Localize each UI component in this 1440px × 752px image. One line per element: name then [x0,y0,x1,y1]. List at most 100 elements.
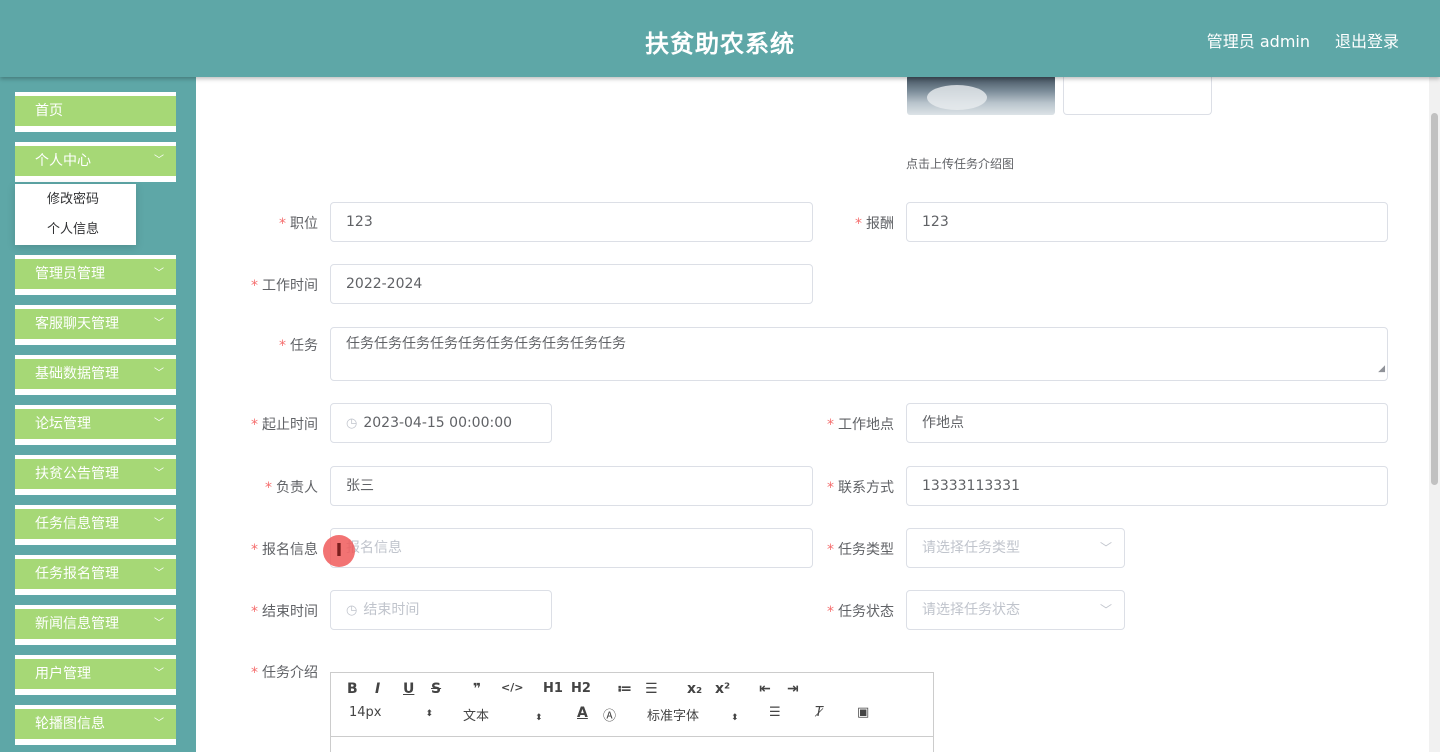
sidebar-item-carousel[interactable]: 轮播图信息 ﹀ [15,705,176,745]
location-label: * 工作地点 [827,417,894,433]
clear-format-icon[interactable]: T̷ [815,705,823,720]
blockquote-button[interactable]: ❞ [473,681,481,697]
superscript-button[interactable]: x² [715,681,730,697]
chevron-down-icon: ﹀ [154,155,164,166]
current-user: 管理员 admin [1206,32,1310,51]
chevron-down-icon: ﹀ [154,618,164,629]
start-time-label: * 起止时间 [251,417,318,433]
chevron-down-icon: ﹀ [154,668,164,679]
submenu-change-password[interactable]: 修改密码 [15,190,136,220]
sidebar-item-label: 基础数据管理 [35,366,119,382]
owner-label: * 负责人 [265,480,318,496]
h2-button[interactable]: H2 [571,681,591,696]
upload-box[interactable] [1063,77,1212,115]
block-type-select[interactable]: 文本 ⬍ [463,705,543,724]
rich-text-editor[interactable]: B I U S ❞ </> H1 H2 ≔ ☰ x₂ x² ⇤ ⇥ 14px ⬍ … [330,672,934,752]
sidebar-item-label: 个人中心 [35,153,91,169]
personal-center-submenu: 修改密码 个人信息 [15,184,136,245]
updown-icon: ⬍ [425,709,434,719]
location-input[interactable]: 作地点 [906,403,1388,443]
worktime-input[interactable]: 2022-2024 [330,264,813,304]
position-label: * 职位 [279,216,318,232]
sidebar-item-task-signup[interactable]: 任务报名管理 ﹀ [15,555,176,595]
strikethrough-button[interactable]: S [431,681,441,697]
signup-input[interactable]: 报名信息 [330,528,813,568]
salary-label: * 报酬 [855,216,894,232]
image-icon[interactable]: ▣ [857,705,869,720]
clock-icon: ◷ [346,603,358,618]
task-label: * 任务 [279,338,318,354]
sidebar-item-label: 新闻信息管理 [35,616,119,632]
chevron-down-icon: ﹀ [1099,541,1112,555]
sidebar-item-label: 客服聊天管理 [35,316,119,332]
intro-label: * 任务介绍 [251,665,318,681]
font-size-select[interactable]: 14px ⬍ [349,705,433,720]
ordered-list-button[interactable]: ≔ [617,681,632,697]
start-time-picker[interactable]: ◷ 2023-04-15 00:00:00 [330,403,552,443]
owner-input[interactable]: 张三 [330,466,813,506]
submenu-personal-info[interactable]: 个人信息 [15,220,136,250]
main-content: 点击上传任务介绍图 * 职位 123 * 报酬 123 * 工作时间 2022-202… [196,77,1429,752]
subscript-button[interactable]: x₂ [687,681,702,697]
background-color-icon[interactable]: Ⓐ [603,705,616,724]
align-icon[interactable]: ☰ [769,705,781,720]
updown-icon: ⬍ [535,713,543,723]
chevron-down-icon: ﹀ [154,518,164,529]
editor-toolbar: B I U S ❞ </> H1 H2 ≔ ☰ x₂ x² ⇤ ⇥ 14px ⬍ … [331,673,933,737]
chevron-down-icon: ﹀ [1099,603,1112,617]
signup-label: * 报名信息 [251,542,318,558]
sidebar-item-chat[interactable]: 客服聊天管理 ﹀ [15,305,176,345]
sidebar-item-label: 管理员管理 [35,266,105,282]
updown-icon: ⬍ [731,713,739,723]
chevron-down-icon: ﹀ [154,318,164,329]
task-type-label: * 任务类型 [827,542,894,558]
font-family-select[interactable]: 标准字体 ⬍ [647,705,739,724]
resize-grip-icon[interactable]: ◢ [1378,359,1385,379]
bullet-list-button[interactable]: ☰ [645,681,658,697]
chevron-down-icon: ﹀ [154,368,164,379]
sidebar-item-label: 轮播图信息 [35,716,105,732]
sidebar-item-home[interactable]: 首页 [15,92,176,132]
sidebar-item-label: 论坛管理 [35,416,91,432]
chevron-down-icon: ﹀ [154,718,164,729]
sidebar-item-users[interactable]: 用户管理 ﹀ [15,655,176,695]
end-time-label: * 结束时间 [251,604,318,620]
sidebar-item-personal-center[interactable]: 个人中心 ﹀ [15,142,176,182]
sidebar-item-label: 任务报名管理 [35,566,119,582]
upload-tip: 点击上传任务介绍图 [906,157,1015,171]
chevron-down-icon: ﹀ [154,268,164,279]
underline-button[interactable]: U [403,681,414,697]
h1-button[interactable]: H1 [543,681,563,696]
scrollbar[interactable] [1429,77,1440,752]
position-input[interactable]: 123 [330,202,813,242]
task-status-select[interactable]: 请选择任务状态 ﹀ [906,590,1125,630]
task-type-select[interactable]: 请选择任务类型 ﹀ [906,528,1125,568]
sidebar-item-admin[interactable]: 管理员管理 ﹀ [15,255,176,295]
chevron-down-icon: ﹀ [154,568,164,579]
sidebar-item-label: 用户管理 [35,666,91,682]
logout-button[interactable]: 退出登录 [1335,28,1399,52]
code-button[interactable]: </> [501,681,523,694]
sidebar-item-forum[interactable]: 论坛管理 ﹀ [15,405,176,445]
sidebar-item-tasks[interactable]: 任务信息管理 ﹀ [15,505,176,545]
sidebar-item-news[interactable]: 新闻信息管理 ﹀ [15,605,176,645]
sidebar-item-announcements[interactable]: 扶贫公告管理 ﹀ [15,455,176,495]
sidebar-item-label: 扶贫公告管理 [35,466,119,482]
sidebar-item-basic-data[interactable]: 基础数据管理 ﹀ [15,355,176,395]
contact-input[interactable]: 13333113331 [906,466,1388,506]
top-header: 扶贫助农系统 管理员 admin 退出登录 [0,0,1440,77]
cover-image-thumbnail[interactable] [907,77,1055,115]
sidebar-item-label: 首页 [35,103,63,119]
italic-button[interactable]: I [375,681,380,697]
task-status-label: * 任务状态 [827,604,894,620]
scrollbar-thumb[interactable] [1431,113,1438,485]
task-textarea[interactable]: 任务任务任务任务任务任务任务任务任务任务 ◢ [330,327,1388,381]
bold-button[interactable]: B [347,681,358,697]
end-time-picker[interactable]: ◷ 结束时间 [330,590,552,630]
font-color-icon[interactable]: A [577,705,588,721]
outdent-button[interactable]: ⇤ [759,681,771,697]
contact-label: * 联系方式 [827,480,894,496]
worktime-label: * 工作时间 [251,278,318,294]
salary-input[interactable]: 123 [906,202,1388,242]
indent-button[interactable]: ⇥ [787,681,799,697]
